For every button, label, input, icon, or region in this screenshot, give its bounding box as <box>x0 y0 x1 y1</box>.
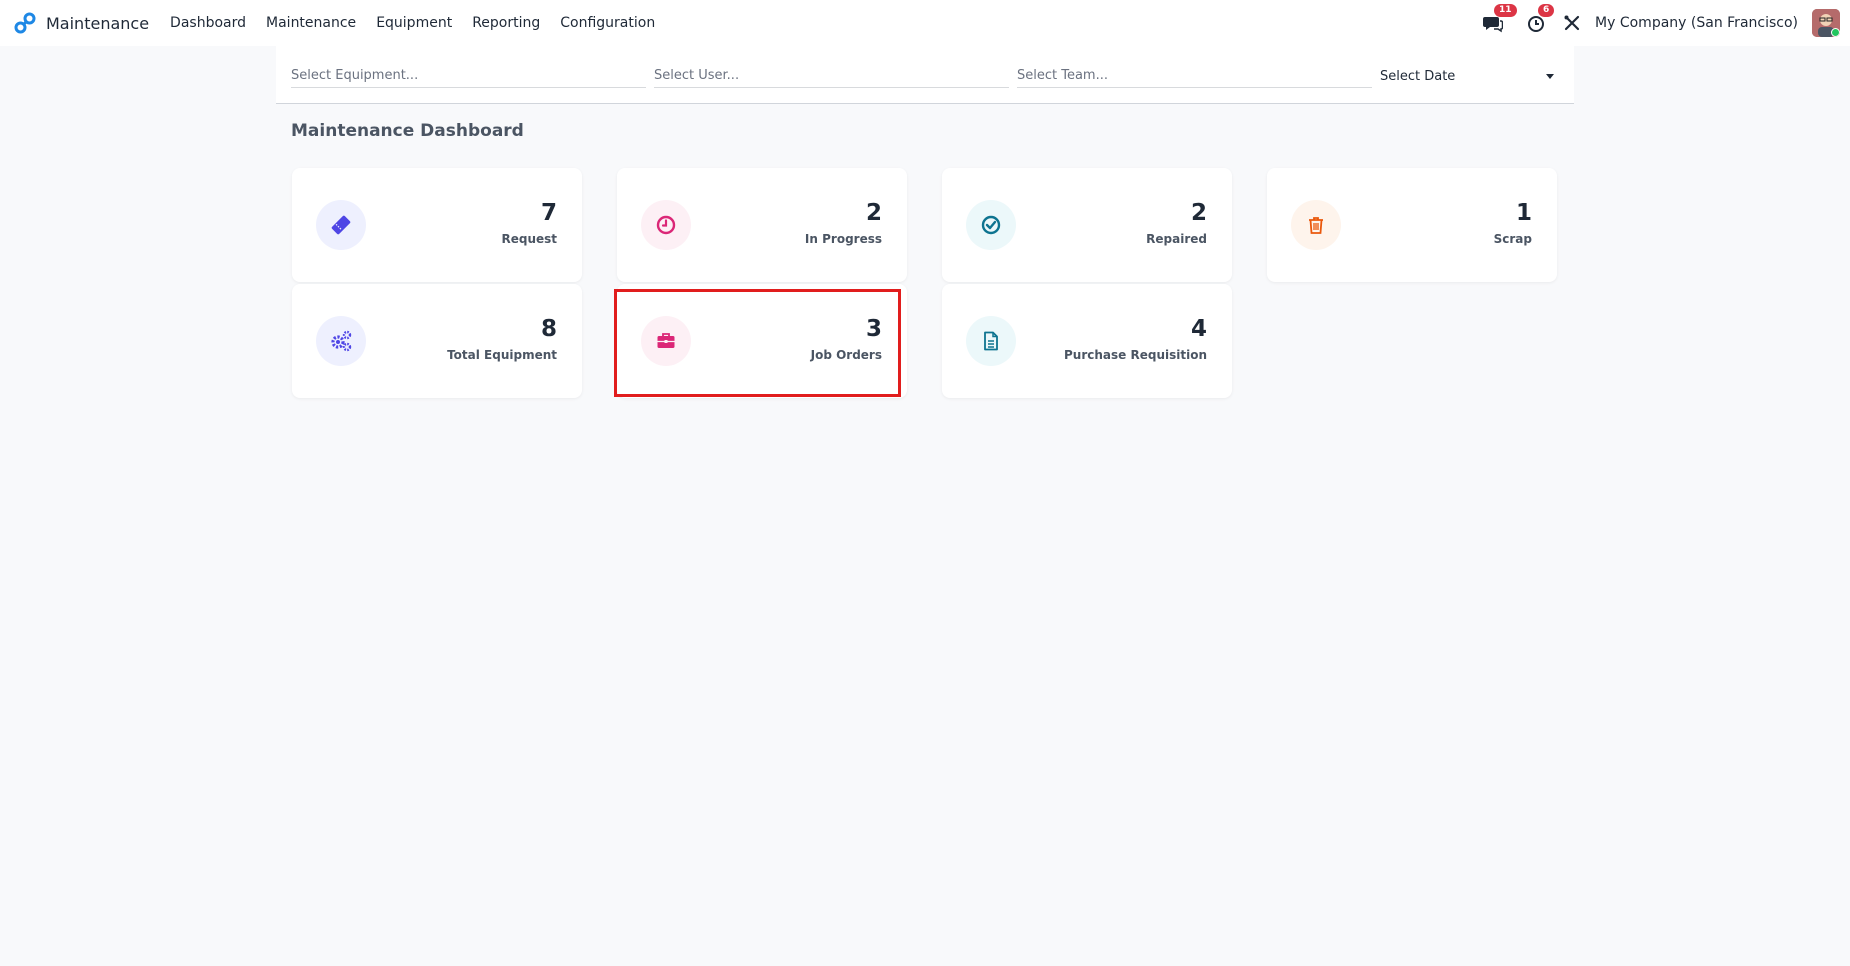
purchase-requisition-card[interactable]: 4 Purchase Requisition <box>942 284 1232 398</box>
check-circle-icon <box>966 200 1016 250</box>
company-switcher[interactable]: My Company (San Francisco) <box>1595 15 1798 31</box>
job-orders-count: 3 <box>865 316 882 342</box>
team-select-input[interactable] <box>1017 64 1372 88</box>
messages-badge: 11 <box>1494 4 1517 17</box>
menu-reporting[interactable]: Reporting <box>462 0 550 46</box>
dashboard-title: Maintenance Dashboard <box>291 121 524 141</box>
activities-button[interactable]: 6 <box>1527 4 1555 33</box>
request-label: Request <box>501 232 557 246</box>
trash-icon <box>1291 200 1341 250</box>
app-logo-icon <box>14 12 36 34</box>
equipment-select-input[interactable] <box>291 64 646 88</box>
total-equipment-label: Total Equipment <box>447 348 557 362</box>
job-orders-card[interactable]: 3 Job Orders <box>617 284 907 398</box>
main-menu: Dashboard Maintenance Equipment Reportin… <box>157 0 665 46</box>
filter-bar: Select Date <box>276 46 1574 104</box>
document-icon <box>966 316 1016 366</box>
purchase-requisition-count: 4 <box>1190 316 1207 342</box>
menu-configuration[interactable]: Configuration <box>550 0 665 46</box>
repaired-card[interactable]: 2 Repaired <box>942 168 1232 282</box>
scrap-card[interactable]: 1 Scrap <box>1267 168 1557 282</box>
total-equipment-count: 8 <box>540 316 557 342</box>
app-name: Maintenance <box>46 13 150 33</box>
request-card[interactable]: 7 Request <box>292 168 582 282</box>
chat-bubble-icon <box>1483 17 1504 37</box>
scrap-label: Scrap <box>1493 232 1532 246</box>
total-equipment-card[interactable]: 8 Total Equipment <box>292 284 582 398</box>
purchase-requisition-label: Purchase Requisition <box>1064 348 1207 362</box>
date-select-label: Select Date <box>1380 68 1456 84</box>
debug-tools-icon[interactable] <box>1563 14 1581 32</box>
navbar-systray: 11 6 My Company (San Francisco) <box>1483 0 1850 46</box>
repaired-label: Repaired <box>1146 232 1207 246</box>
menu-equipment[interactable]: Equipment <box>366 0 462 46</box>
menu-maintenance[interactable]: Maintenance <box>256 0 366 46</box>
scrap-count: 1 <box>1515 200 1532 226</box>
in-progress-label: In Progress <box>804 232 882 246</box>
menu-dashboard[interactable]: Dashboard <box>157 0 256 46</box>
caret-down-icon <box>1546 73 1554 79</box>
clock-icon <box>1527 16 1547 37</box>
briefcase-icon <box>641 316 691 366</box>
gears-icon <box>316 316 366 366</box>
request-count: 7 <box>540 200 557 226</box>
user-select-input[interactable] <box>654 64 1009 88</box>
clock-icon <box>641 200 691 250</box>
repaired-count: 2 <box>1190 200 1207 226</box>
messages-button[interactable]: 11 <box>1483 4 1517 33</box>
date-select[interactable]: Select Date <box>1380 64 1556 88</box>
brand[interactable]: Maintenance <box>14 0 149 46</box>
online-status-dot <box>1831 28 1840 37</box>
user-avatar[interactable] <box>1812 9 1840 37</box>
in-progress-count: 2 <box>865 200 882 226</box>
ticket-icon <box>316 200 366 250</box>
in-progress-card[interactable]: 2 In Progress <box>617 168 907 282</box>
top-navbar: Maintenance Dashboard Maintenance Equipm… <box>0 0 1850 46</box>
job-orders-label: Job Orders <box>810 348 882 362</box>
activities-badge: 6 <box>1538 4 1555 17</box>
